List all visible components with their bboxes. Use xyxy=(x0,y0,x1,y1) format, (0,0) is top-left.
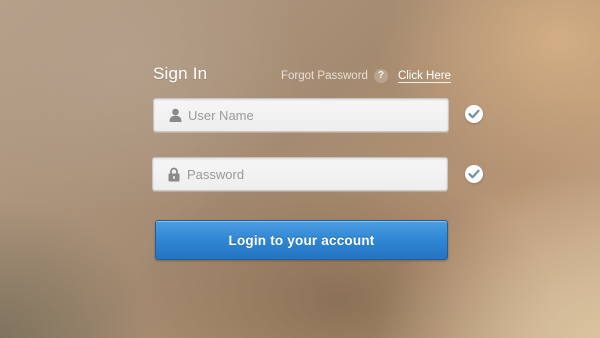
username-check-icon xyxy=(465,105,483,123)
click-here-link[interactable]: Click Here xyxy=(397,70,451,83)
lock-icon xyxy=(167,166,181,182)
forgot-password-row: Forgot Password ? Click Here xyxy=(281,67,451,85)
forgot-password-label: Forgot Password xyxy=(281,70,368,82)
password-field xyxy=(152,157,448,191)
help-icon[interactable]: ? xyxy=(373,69,388,83)
sign-in-title: Sign In xyxy=(153,64,208,83)
user-icon xyxy=(168,107,182,123)
username-input[interactable] xyxy=(188,99,448,131)
password-input[interactable] xyxy=(187,158,447,190)
password-check-icon xyxy=(465,165,483,183)
username-field xyxy=(153,98,449,132)
login-button[interactable]: Login to your account xyxy=(155,220,448,260)
